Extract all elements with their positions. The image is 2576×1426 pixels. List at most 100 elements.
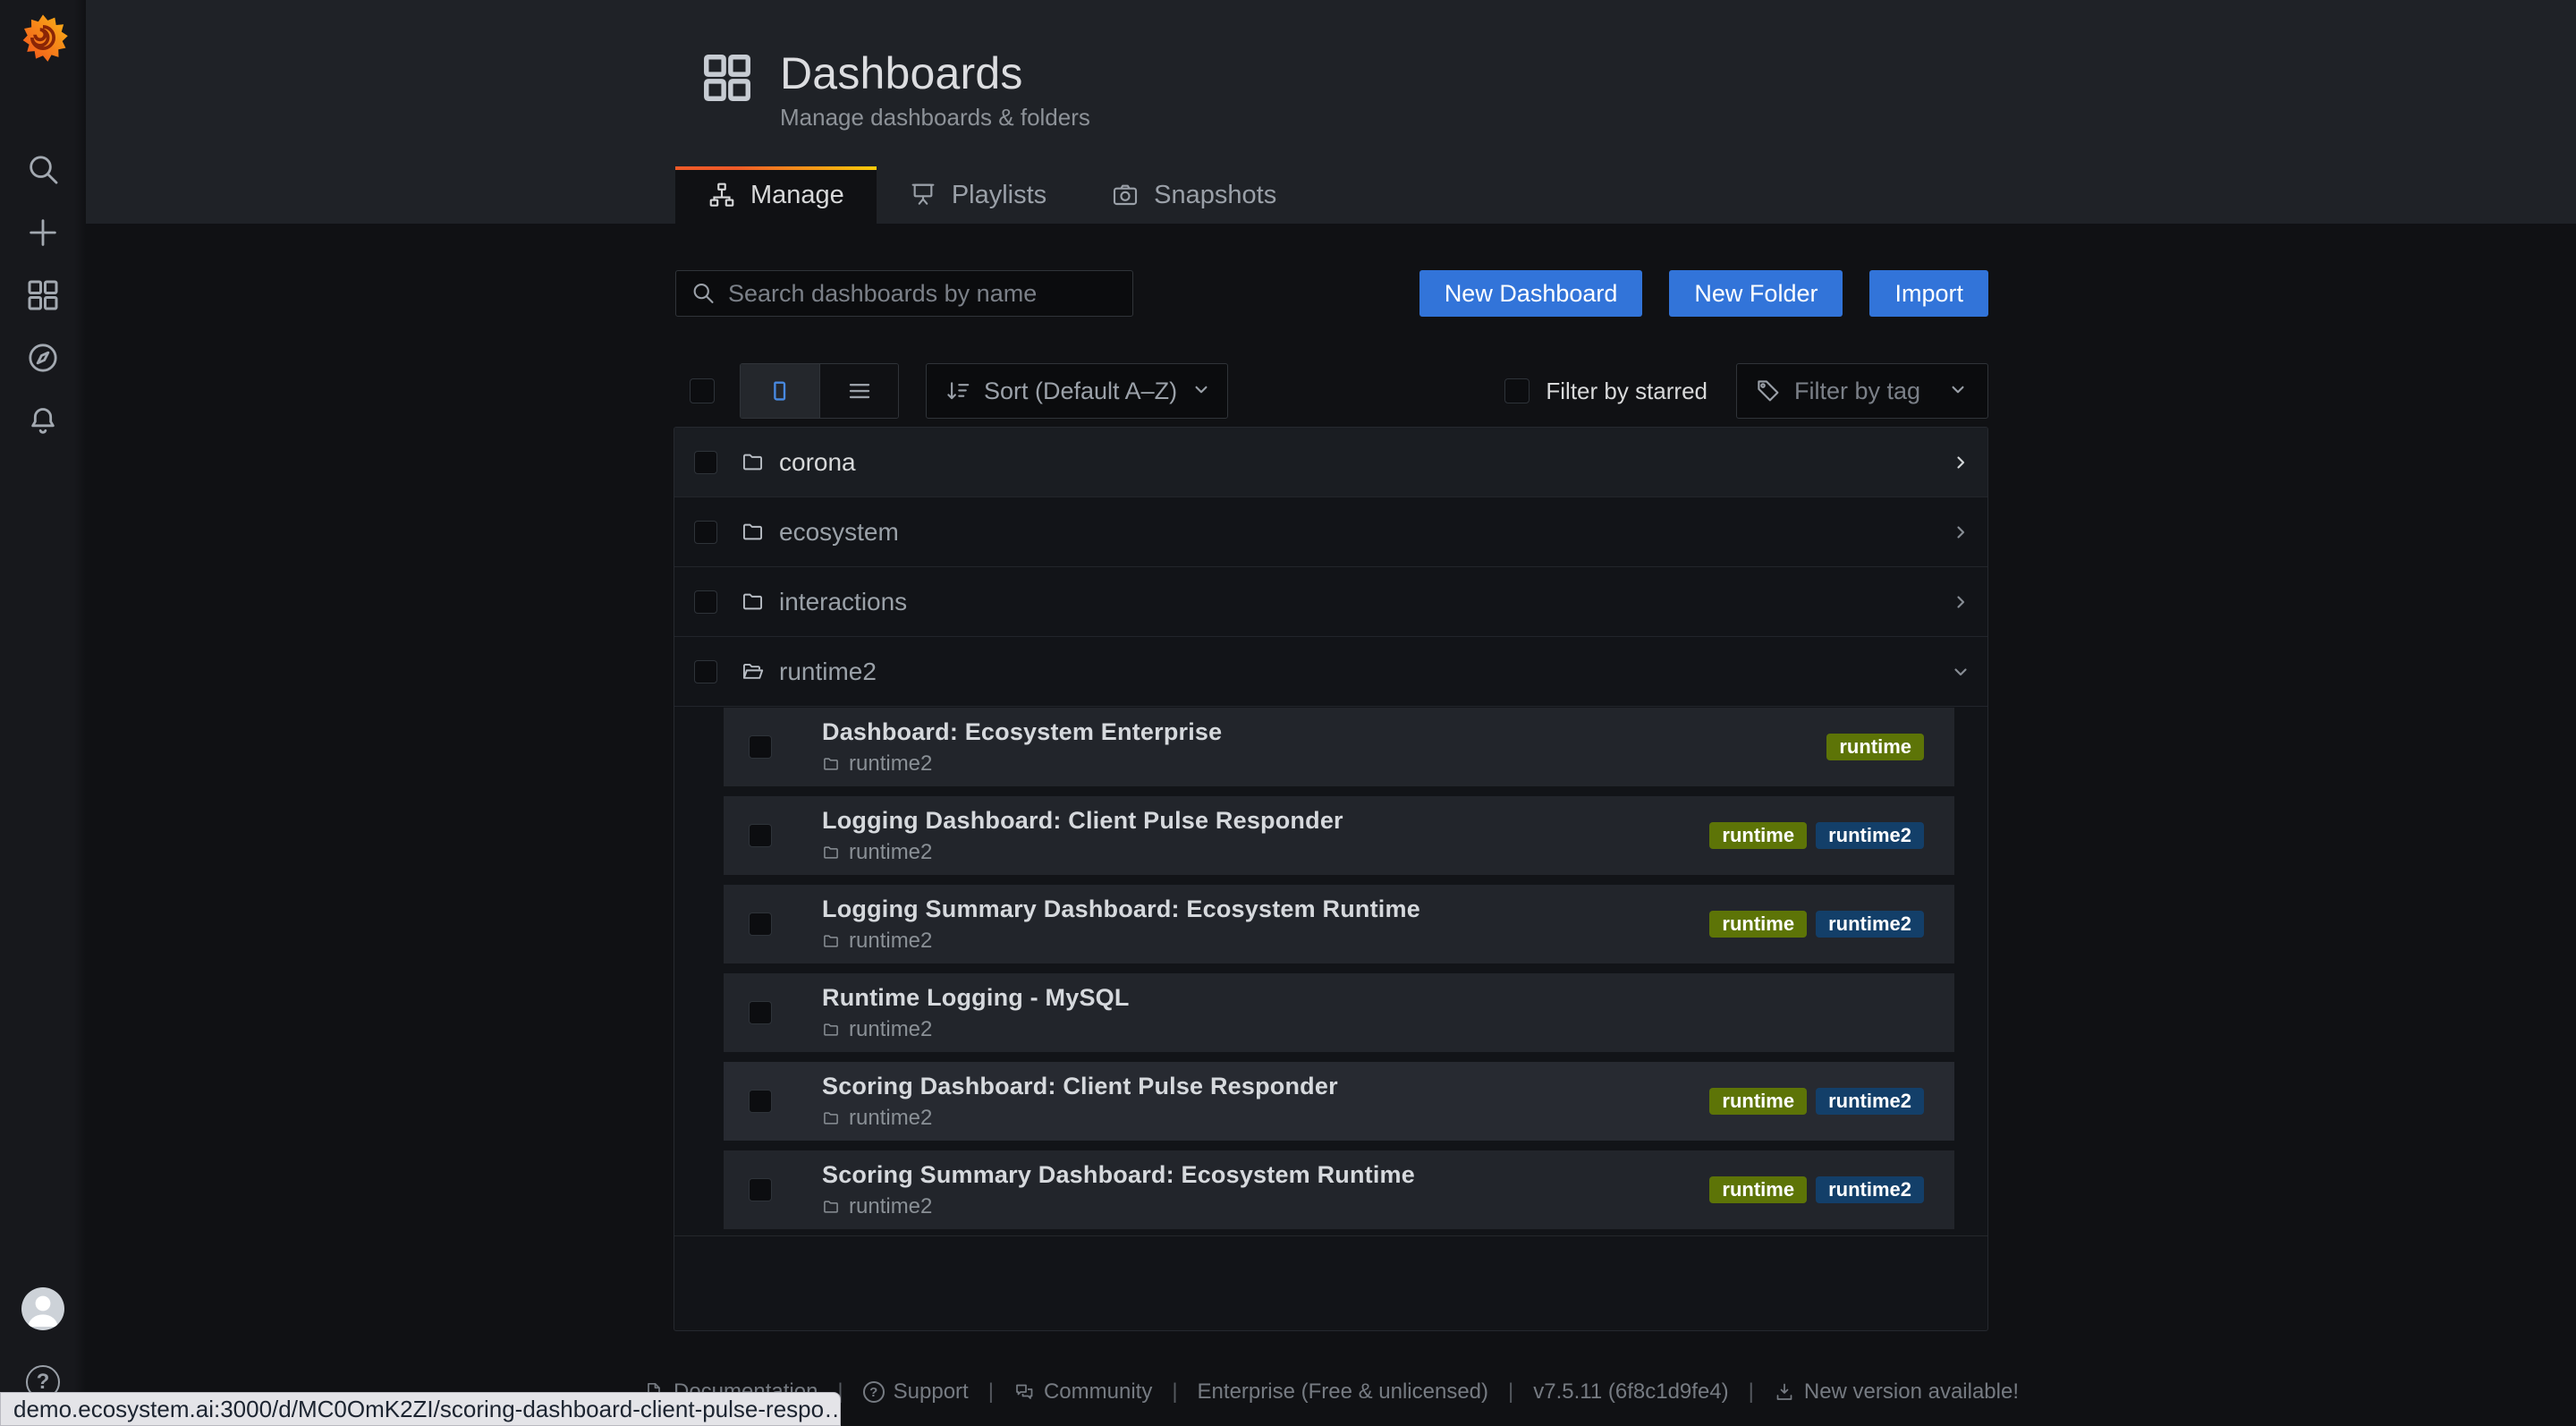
folder-view-toggle[interactable] [741, 364, 819, 418]
filter-starred-checkbox[interactable] [1504, 378, 1530, 403]
select-all-checkbox[interactable] [690, 378, 715, 403]
new-dashboard-button[interactable]: New Dashboard [1419, 270, 1643, 317]
action-buttons: New Dashboard New Folder Import [1419, 270, 1988, 317]
search-input[interactable] [728, 279, 1118, 308]
dashboard-list-panel: corona ecosystem interactions runtime2 D… [674, 427, 1988, 1331]
dashboard-checkbox[interactable] [749, 824, 772, 847]
dashboards-grid-icon[interactable] [23, 276, 63, 315]
filter-starred-label: Filter by starred [1546, 377, 1707, 404]
page-title: Dashboards [780, 48, 1023, 98]
sitemap-icon [709, 182, 734, 207]
tag-badge[interactable]: runtime [1826, 734, 1924, 760]
footer-community-link[interactable]: Community [1013, 1379, 1152, 1405]
folder-row-runtime2[interactable]: runtime2 [674, 637, 1987, 707]
chevron-right-icon [1950, 452, 1971, 473]
tag-badge[interactable]: runtime2 [1816, 1088, 1924, 1115]
question-circle-icon: ? [862, 1381, 885, 1403]
folder-icon [742, 593, 763, 610]
dashboard-folder: runtime2 [849, 751, 933, 776]
tab-playlists[interactable]: Playlists [877, 166, 1079, 224]
tag-badge[interactable]: runtime [1709, 822, 1808, 849]
search-icon [693, 284, 714, 303]
dashboard-title[interactable]: Scoring Summary Dashboard: Ecosystem Run… [822, 1161, 1415, 1189]
chevron-down-icon [1946, 378, 1970, 405]
dashboard-folder: runtime2 [849, 1105, 933, 1130]
create-plus-icon[interactable] [23, 213, 63, 252]
tag-badge[interactable]: runtime2 [1816, 911, 1924, 938]
tab-label: Snapshots [1154, 180, 1277, 209]
folder-checkbox[interactable] [694, 590, 717, 614]
footer-support-link[interactable]: ? Support [862, 1379, 969, 1405]
folder-icon [824, 1023, 838, 1036]
page-subtitle: Manage dashboards & folders [780, 104, 1090, 131]
sort-dropdown[interactable]: Sort (Default A–Z) [926, 363, 1228, 419]
dashboard-title[interactable]: Logging Summary Dashboard: Ecosystem Run… [822, 895, 1420, 923]
folder-icon [742, 454, 763, 471]
tab-label: Playlists [951, 180, 1047, 209]
download-icon [1776, 1383, 1792, 1400]
statusbar-url: demo.ecosystem.ai:3000/d/MC0OmK2ZI/scori… [13, 1395, 841, 1422]
user-avatar[interactable] [21, 1287, 64, 1330]
chevron-right-icon [1950, 591, 1971, 613]
folder-icon [824, 757, 838, 770]
dashboard-row[interactable]: Scoring Dashboard: Client Pulse Responde… [724, 1062, 1954, 1141]
dashboards-page-icon [699, 50, 755, 106]
tag-icon [1758, 380, 1779, 402]
grafana-dashboards-page: ? Dashboards Manage dashboards & folders… [0, 0, 2576, 1426]
tab-snapshots[interactable]: Snapshots [1079, 166, 1309, 224]
folder-row-corona[interactable]: corona [674, 428, 1987, 497]
dashboard-row[interactable]: Dashboard: Ecosystem Enterprise runtime2… [724, 708, 1954, 786]
sidebar: ? [0, 0, 86, 1426]
list-view-icon [849, 383, 869, 399]
section-divider [674, 1235, 1987, 1236]
tag-badge[interactable]: runtime [1709, 911, 1808, 938]
list-view-toggle[interactable] [819, 364, 898, 418]
view-toggle [740, 363, 899, 419]
dashboard-row[interactable]: Logging Summary Dashboard: Ecosystem Run… [724, 885, 1954, 963]
grafana-logo-icon[interactable] [18, 13, 68, 63]
folder-checkbox[interactable] [694, 520, 717, 544]
dashboard-checkbox[interactable] [749, 1178, 772, 1201]
folder-checkbox[interactable] [694, 659, 717, 683]
alerting-bell-icon[interactable] [23, 401, 63, 440]
folder-name: corona [779, 447, 856, 476]
new-folder-button[interactable]: New Folder [1669, 270, 1843, 317]
dashboard-folder: runtime2 [849, 839, 933, 864]
dashboard-row[interactable]: Scoring Summary Dashboard: Ecosystem Run… [724, 1150, 1954, 1229]
tag-badge[interactable]: runtime [1709, 1088, 1808, 1115]
tab-bar: Manage Playlists Snapshots [675, 166, 1309, 224]
tag-badge[interactable]: runtime2 [1816, 822, 1924, 849]
dashboard-title[interactable]: Logging Dashboard: Client Pulse Responde… [822, 807, 1343, 835]
explore-compass-icon[interactable] [23, 338, 63, 378]
folder-icon [824, 934, 838, 947]
dashboard-row[interactable]: Logging Dashboard: Client Pulse Responde… [724, 796, 1954, 875]
chevron-down-icon [1190, 378, 1213, 405]
folder-checkbox[interactable] [694, 450, 717, 474]
footer-new-version-link[interactable]: New version available! [1774, 1379, 2019, 1405]
folder-name: runtime2 [779, 657, 877, 685]
filter-row: Sort (Default A–Z) Filter by starred Fil… [675, 363, 1988, 419]
tab-manage[interactable]: Manage [675, 166, 877, 224]
chevron-right-icon [1950, 522, 1971, 543]
footer-version-text: v7.5.11 (6f8c1d9fe4) [1533, 1379, 1729, 1404]
dashboard-checkbox[interactable] [749, 1001, 772, 1024]
folder-row-interactions[interactable]: interactions [674, 567, 1987, 637]
folder-row-ecosystem[interactable]: ecosystem [674, 497, 1987, 567]
dashboard-title[interactable]: Runtime Logging - MySQL [822, 984, 1130, 1012]
tag-badge[interactable]: runtime2 [1816, 1176, 1924, 1203]
search-icon[interactable] [23, 150, 63, 190]
dashboard-checkbox[interactable] [749, 912, 772, 936]
import-button[interactable]: Import [1869, 270, 1988, 317]
camera-icon [1114, 184, 1138, 206]
dashboard-cards: Dashboard: Ecosystem Enterprise runtime2… [674, 707, 1987, 1229]
folder-icon [824, 845, 838, 859]
dashboard-title[interactable]: Scoring Dashboard: Client Pulse Responde… [822, 1073, 1338, 1100]
dashboard-checkbox[interactable] [749, 735, 772, 759]
filter-tag-dropdown[interactable]: Filter by tag [1736, 363, 1988, 419]
tag-badge[interactable]: runtime [1709, 1176, 1808, 1203]
dashboard-checkbox[interactable] [749, 1090, 772, 1113]
dashboard-folder: runtime2 [849, 928, 933, 953]
dashboard-row[interactable]: Runtime Logging - MySQL runtime2 [724, 973, 1954, 1052]
presentation-icon [911, 183, 935, 205]
dashboard-title[interactable]: Dashboard: Ecosystem Enterprise [822, 718, 1222, 746]
